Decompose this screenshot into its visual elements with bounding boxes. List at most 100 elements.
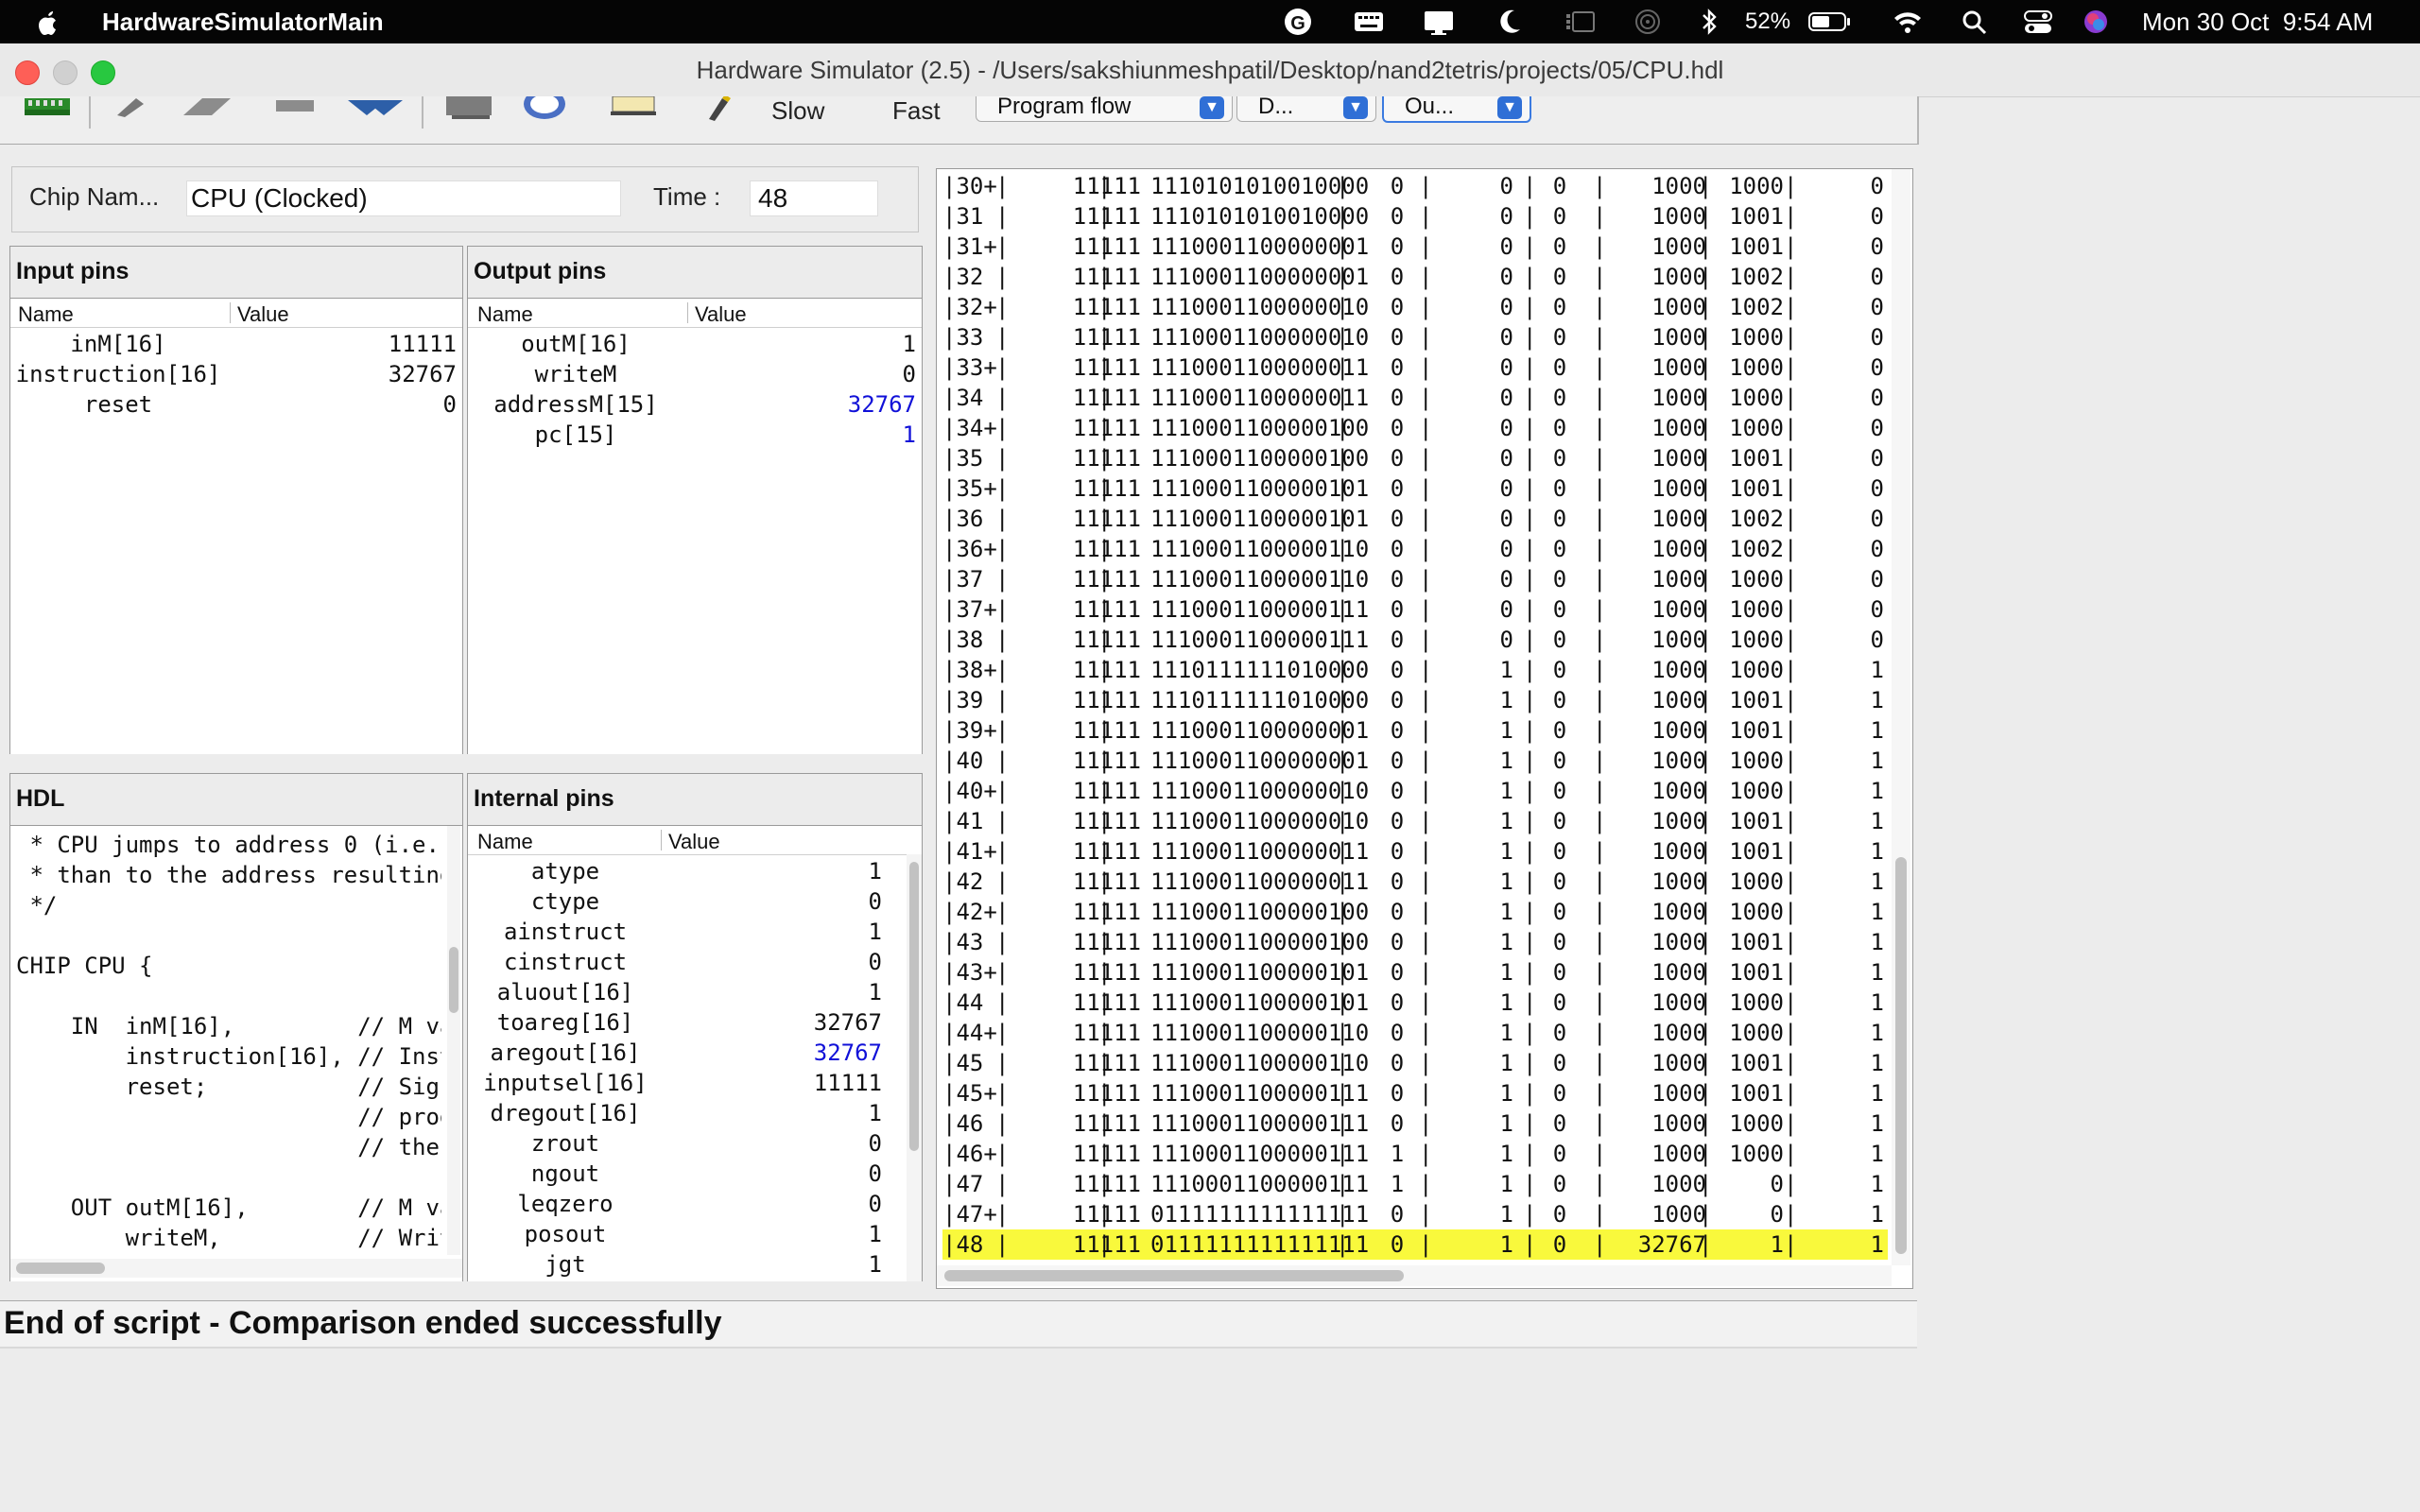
output-pins-value-header[interactable]: Value bbox=[695, 302, 747, 327]
table-row[interactable]: reset 0 bbox=[10, 389, 462, 420]
internal-pins-scrollbar[interactable] bbox=[907, 854, 922, 1281]
internal-pins-value-header[interactable]: Value bbox=[668, 830, 720, 854]
table-row[interactable]: | | | | | | | | |43+ 11111 1110001100000101 0 1 0 1000… bbox=[942, 957, 1888, 988]
table-row[interactable]: | | | | | | | | |45+ 11111 1110001100000111 0 1 0 1000… bbox=[942, 1078, 1888, 1108]
pin-value[interactable]: 11111 bbox=[389, 331, 457, 357]
output-table-hscroll-thumb[interactable] bbox=[944, 1270, 1404, 1281]
table-row[interactable]: toareg[16] 32767 bbox=[468, 1007, 908, 1038]
battery-icon[interactable] bbox=[1807, 0, 1851, 43]
table-row[interactable]: | | | | | | | | |42 11111 1110001100000011 0 1 0 1000 1… bbox=[942, 867, 1888, 897]
table-row[interactable]: addressM[15] 32767 bbox=[468, 389, 922, 420]
moon-icon[interactable] bbox=[1495, 0, 1524, 43]
table-row[interactable]: zrout 0 bbox=[468, 1128, 908, 1159]
table-row[interactable]: | | | | | | | | |47+ 11111 0111111111111111 0 1 0 1000… bbox=[942, 1199, 1888, 1229]
table-row[interactable]: | | | | | | | | |35+ 11111 1110001100000101 0 0 0 1000… bbox=[942, 473, 1888, 504]
table-row[interactable]: inM[16] 11111 bbox=[10, 329, 462, 359]
internal-pins-scroll-thumb[interactable] bbox=[909, 862, 919, 1151]
output-table-panel[interactable]: | | | | | | | | |30+ 11111 1110101010010000 0 0 0 1000… bbox=[936, 168, 1913, 1289]
table-row[interactable]: | | | | | | | | |37 11111 1110001100000110 0 0 0 1000 1… bbox=[942, 564, 1888, 594]
table-row[interactable]: | | | | | | | | |46+ 11111 1110001100000111 1 1 0 1000… bbox=[942, 1139, 1888, 1169]
keyboard-icon[interactable] bbox=[1352, 0, 1386, 43]
clock-icon[interactable] bbox=[518, 96, 571, 128]
pin-value[interactable]: 0 bbox=[443, 391, 457, 418]
step-icon[interactable] bbox=[180, 96, 238, 124]
grammarly-icon[interactable]: G bbox=[1282, 0, 1314, 43]
control-center-icon[interactable] bbox=[2021, 0, 2055, 43]
table-row[interactable]: | | | | | | | | |35 11111 1110001100000100 0 0 0 1000 1… bbox=[942, 443, 1888, 473]
table-row[interactable]: | | | | | | | | |32 11111 1110001100000001 0 0 0 1000 1… bbox=[942, 262, 1888, 292]
menubar-clock[interactable]: Mon 30 Oct 9:54 AM bbox=[2142, 0, 2373, 43]
output-pins-name-header[interactable]: Name bbox=[477, 302, 533, 327]
hdl-scroll-thumb[interactable] bbox=[449, 947, 458, 1013]
hdl-hscroll-thumb[interactable] bbox=[16, 1263, 105, 1274]
apple-icon[interactable] bbox=[36, 0, 60, 43]
table-row[interactable]: | | | | | | | | |31+ 11111 1110001100000001 0 0 0 1000… bbox=[942, 232, 1888, 262]
table-row[interactable]: aregout[16] 32767 bbox=[468, 1038, 908, 1068]
table-row[interactable]: | | | | | | | | |41+ 11111 1110001100000011 0 1 0 1000… bbox=[942, 836, 1888, 867]
table-row[interactable]: | | | | | | | | |31 11111 1110101010010000 0 0 0 1000 1… bbox=[942, 201, 1888, 232]
hdl-code-view[interactable]: * CPU jumps to address 0 (i.e. * than to… bbox=[10, 825, 462, 1281]
table-row[interactable]: | | | | | | | | |38 11111 1110001100000111 0 0 0 1000 1… bbox=[942, 625, 1888, 655]
table-row[interactable]: | | | | | | | | |32+ 11111 1110001100000010 0 0 0 1000… bbox=[942, 292, 1888, 322]
table-row[interactable]: posout 1 bbox=[468, 1219, 908, 1249]
load-chip-icon[interactable] bbox=[21, 96, 74, 124]
table-row[interactable]: | | | | | | | | |45 11111 1110001100000110 0 1 0 1000 1… bbox=[942, 1048, 1888, 1078]
input-pins-name-header[interactable]: Name bbox=[18, 302, 74, 327]
table-row[interactable]: aluout[16] 1 bbox=[468, 977, 908, 1007]
eval-pen-icon[interactable] bbox=[112, 96, 155, 124]
reset-icon[interactable] bbox=[444, 96, 497, 126]
stage-manager-icon[interactable] bbox=[1564, 0, 1598, 43]
table-row[interactable]: cinstruct 0 bbox=[468, 947, 908, 977]
spotlight-search-icon[interactable] bbox=[1961, 0, 1989, 43]
table-row[interactable]: | | | | | | | | |30+ 11111 1110101010010000 0 0 0 1000… bbox=[942, 171, 1888, 201]
output-table-scroll-thumb[interactable] bbox=[1895, 857, 1907, 1254]
table-row[interactable]: | | | | | | | | |33+ 11111 1110001100000011 0 0 0 1000… bbox=[942, 352, 1888, 383]
table-row[interactable]: pc[15] 1 bbox=[468, 420, 922, 450]
display-icon[interactable] bbox=[1422, 0, 1456, 43]
table-row[interactable]: inputsel[16] 11111 bbox=[468, 1068, 908, 1098]
table-row[interactable]: atype 1 bbox=[468, 856, 908, 886]
table-row[interactable]: dregout[16] 1 bbox=[468, 1098, 908, 1128]
output-table-vertical-scrollbar[interactable] bbox=[1892, 169, 1910, 1265]
table-row[interactable]: | | | | | | | | |46 11111 1110001100000111 0 1 0 1000 1… bbox=[942, 1108, 1888, 1139]
table-row[interactable]: | | | | | | | | |36 11111 1110001100000101 0 0 0 1000 1… bbox=[942, 504, 1888, 534]
table-row[interactable]: ctype 0 bbox=[468, 886, 908, 917]
app-menu-name[interactable]: HardwareSimulatorMain bbox=[102, 0, 384, 43]
table-row[interactable]: jgt 1 bbox=[468, 1249, 908, 1280]
animation-select[interactable]: Program flow ▼ bbox=[976, 96, 1233, 122]
column-divider[interactable] bbox=[687, 302, 688, 323]
view-select[interactable]: Ou... ▼ bbox=[1382, 96, 1531, 123]
table-row[interactable]: ainstruct 1 bbox=[468, 917, 908, 947]
table-row[interactable]: writeM 0 bbox=[468, 359, 922, 389]
hdl-vertical-scrollbar[interactable] bbox=[447, 826, 460, 1255]
table-row[interactable]: leqzero 0 bbox=[468, 1189, 908, 1219]
pin-value[interactable]: 32767 bbox=[389, 361, 457, 387]
format-select[interactable]: D... ▼ bbox=[1236, 96, 1376, 122]
stop-icon[interactable] bbox=[274, 96, 318, 124]
siri-icon[interactable] bbox=[2082, 0, 2110, 43]
script-icon[interactable] bbox=[609, 96, 658, 124]
output-table-horizontal-scrollbar[interactable] bbox=[937, 1265, 1892, 1286]
column-divider[interactable] bbox=[661, 830, 662, 850]
table-row[interactable]: outM[16] 1 bbox=[468, 329, 922, 359]
window-titlebar[interactable]: Hardware Simulator (2.5) - /Users/sakshi… bbox=[0, 43, 2420, 97]
table-row[interactable]: ngout 0 bbox=[468, 1159, 908, 1189]
table-row[interactable]: | | | | | | | | |40 11111 1110001100000001 0 1 0 1000 1… bbox=[942, 746, 1888, 776]
table-row[interactable]: | | | | | | | | |40+ 11111 1110001100000010 0 1 0 1000… bbox=[942, 776, 1888, 806]
wifi-icon[interactable] bbox=[1891, 0, 1925, 43]
table-row[interactable]: | | | | | | | | |33 11111 1110001100000010 0 0 0 1000 1… bbox=[942, 322, 1888, 352]
table-row[interactable]: | | | | | | | | |38+ 11111 1110111111010000 0 1 0 1000… bbox=[942, 655, 1888, 685]
hdl-horizontal-scrollbar[interactable] bbox=[10, 1259, 462, 1278]
table-row[interactable]: | | | | | | | | |47 11111 1110001100000111 1 1 0 1000 0… bbox=[942, 1169, 1888, 1199]
table-row[interactable]: | | | | | | | | |34 11111 1110001100000011 0 0 0 1000 1… bbox=[942, 383, 1888, 413]
internal-pins-table[interactable]: Name Value atype 1 ctype 0 ainstruct 1 cinstru… bbox=[468, 825, 922, 1281]
table-row[interactable]: instruction[16] 32767 bbox=[10, 359, 462, 389]
table-row[interactable]: | | | | | | | | |39 11111 1110111111010000 0 1 0 1000 1… bbox=[942, 685, 1888, 715]
input-pins-table[interactable]: Name Value inM[16] 11111 instruction[16] 32… bbox=[10, 298, 462, 754]
table-row[interactable]: | | | | | | | | |44+ 11111 1110001100000110 0 1 0 1000… bbox=[942, 1018, 1888, 1048]
internal-pins-name-header[interactable]: Name bbox=[477, 830, 533, 854]
table-row[interactable]: | | | | | | | | |44 11111 1110001100000101 0 1 0 1000 1… bbox=[942, 988, 1888, 1018]
table-row[interactable]: | | | | | | | | |34+ 11111 1110001100000100 0 0 0 1000… bbox=[942, 413, 1888, 443]
airdrop-icon[interactable] bbox=[1632, 0, 1664, 43]
column-divider[interactable] bbox=[230, 302, 231, 323]
